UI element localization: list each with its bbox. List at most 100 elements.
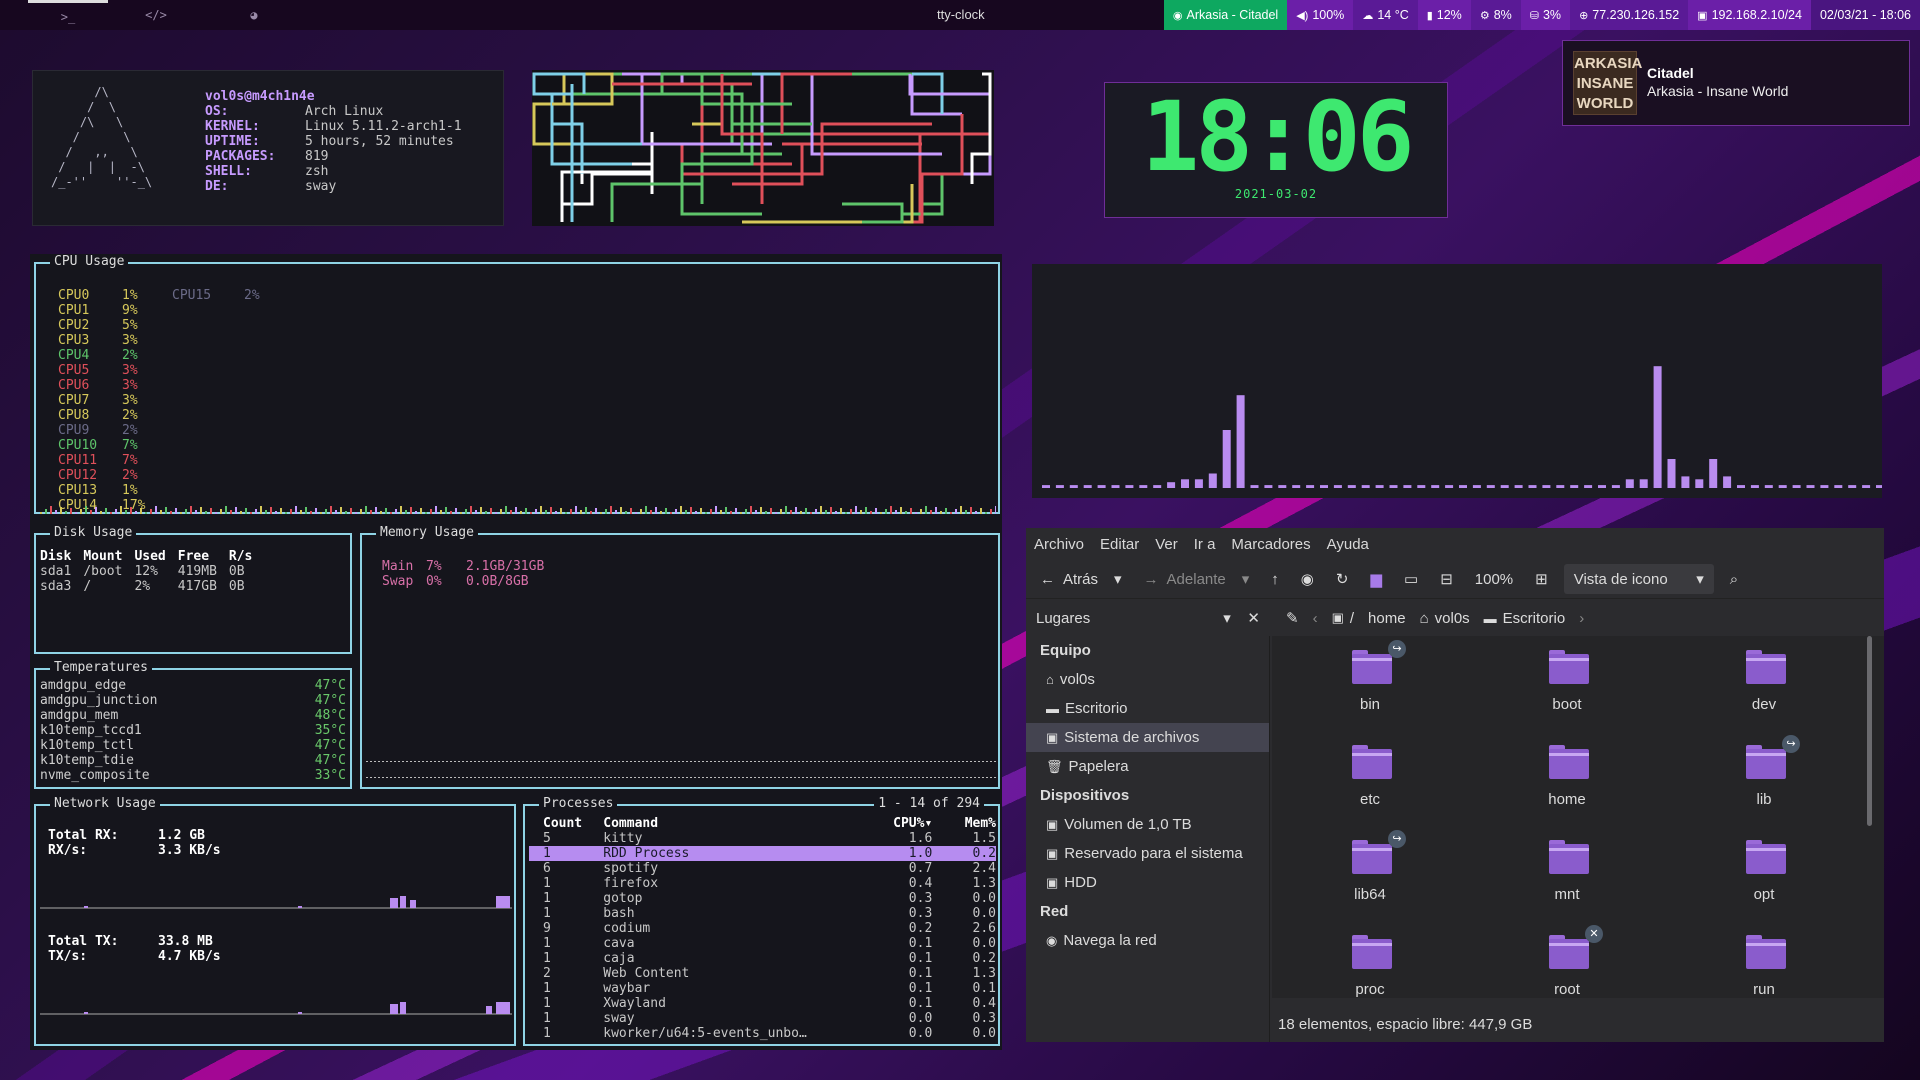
stop-button[interactable]: ◉ — [1295, 564, 1320, 594]
breadcrumb-item[interactable]: ▬ Escritorio — [1484, 610, 1566, 627]
process-row[interactable]: 1 waybar 0.1 0.1 — [529, 981, 996, 996]
column-header[interactable]: Mem% — [932, 816, 996, 831]
status-module[interactable]: ⛁ 3% — [1520, 0, 1571, 30]
sidebar-item[interactable]: ▣ Volumen de 1,0 TB — [1026, 810, 1269, 839]
process-cell: 0.1 — [908, 981, 933, 996]
back-history-dropdown[interactable]: ▾ — [1108, 564, 1128, 594]
process-row[interactable]: 2 Web Content 0.1 1.3 — [529, 966, 996, 981]
search-button[interactable]: ⌕ — [1724, 564, 1744, 594]
process-row[interactable]: 1 RDD Process 1.0 0.2 — [529, 846, 996, 861]
memory-graph-dot — [418, 761, 420, 762]
status-module[interactable]: 02/03/21 - 18:06 — [1810, 0, 1920, 30]
home-button[interactable]: ▆ — [1364, 564, 1388, 594]
folder-item[interactable]: opt — [1704, 826, 1824, 916]
music-notification[interactable]: ARKASIA INSANE WORLD Citadel Arkasia - I… — [1562, 40, 1910, 126]
process-row[interactable]: 6 spotify 0.7 2.4 — [529, 861, 996, 876]
column-header[interactable]: CPU%▾ — [869, 816, 932, 831]
places-header[interactable]: Lugares ▾ ✕ — [1026, 599, 1270, 637]
scrollbar-thumb[interactable] — [1867, 636, 1872, 826]
workspace-other[interactable]: ◕ — [214, 0, 294, 30]
folder-item[interactable]: ↪ lib — [1704, 731, 1824, 821]
visualizer-bar — [1876, 485, 1884, 488]
process-row[interactable]: 1 caja 0.1 0.2 — [529, 951, 996, 966]
forward-button[interactable]: → Adelante — [1138, 564, 1232, 594]
folder-item[interactable]: run — [1704, 921, 1824, 998]
process-row[interactable]: 5 kitty 1.6 1.5 — [529, 831, 996, 846]
status-module[interactable]: ▣ 192.168.2.10/24 — [1688, 0, 1811, 30]
memory-graph-dot — [510, 777, 512, 778]
reload-button[interactable]: ↻ — [1330, 564, 1355, 594]
cpu-name: CPU15 — [172, 288, 212, 303]
sidebar-item[interactable]: ◉ Navega la red — [1026, 926, 1269, 955]
folder-item[interactable]: ↪ bin — [1310, 636, 1430, 726]
menu-item[interactable]: Ayuda — [1327, 536, 1369, 553]
cpu-graph-dot — [950, 512, 952, 514]
memory-graph-dot — [470, 761, 472, 762]
status-module[interactable]: ◉ Arkasia - Citadel — [1163, 0, 1288, 30]
zoom-in-button[interactable]: ⊞ — [1529, 564, 1554, 594]
folder-item[interactable]: mnt — [1507, 826, 1627, 916]
process-row[interactable]: 1 firefox 0.4 1.3 — [529, 876, 996, 891]
chevron-left-icon[interactable]: ‹ — [1313, 610, 1318, 627]
breadcrumb-item[interactable]: ▣ / — [1332, 610, 1354, 627]
memory-graph-dot — [942, 777, 944, 778]
visualizer-bar — [1500, 485, 1509, 488]
breadcrumb-item[interactable]: ⌂ vol0s — [1420, 610, 1470, 627]
folder-item[interactable]: ✕ root — [1507, 921, 1627, 998]
menu-item[interactable]: Editar — [1100, 536, 1139, 553]
menu-item[interactable]: Marcadores — [1231, 536, 1310, 553]
computer-button[interactable]: ▭ — [1398, 564, 1424, 594]
breadcrumb-item[interactable]: home — [1368, 610, 1406, 627]
process-row[interactable]: 1 kworker/u64:5-events_unbo… 0.0 0.0 — [529, 1026, 996, 1041]
folder-item[interactable]: boot — [1507, 636, 1627, 726]
edit-path-icon[interactable]: ✎ — [1286, 609, 1299, 627]
status-module[interactable]: ◀) 100% — [1287, 0, 1354, 30]
memory-graph-dot — [378, 761, 380, 762]
folder-item[interactable]: ↪ lib64 — [1310, 826, 1430, 916]
folder-item[interactable]: proc — [1310, 921, 1430, 998]
close-icon[interactable]: ✕ — [1247, 610, 1260, 627]
memory-graph-dot — [846, 777, 848, 778]
back-button[interactable]: ← Atrás — [1034, 564, 1104, 594]
process-row[interactable]: 9 codium 0.2 2.6 — [529, 921, 996, 936]
status-module[interactable]: ⚙ 8% — [1470, 0, 1521, 30]
sidebar-item[interactable]: ▬ Escritorio — [1026, 694, 1269, 723]
sidebar-item[interactable]: ▣ HDD — [1026, 868, 1269, 897]
memory-graph-dot — [630, 777, 632, 778]
status-module[interactable]: ⊕ 77.230.126.152 — [1570, 0, 1689, 30]
menu-item[interactable]: Ir a — [1194, 536, 1216, 553]
workspace-terminal[interactable]: >_ — [28, 0, 108, 30]
folder-item[interactable]: dev — [1704, 636, 1824, 726]
memory-graph-dot — [782, 761, 784, 762]
workspace-code[interactable]: </> — [116, 0, 196, 30]
cpu-row: CPU10 7% — [58, 438, 145, 453]
process-row[interactable]: 1 Xwayland 0.1 0.4 — [529, 996, 996, 1011]
chevron-right-icon[interactable]: › — [1579, 610, 1584, 627]
forward-history-dropdown[interactable]: ▾ — [1236, 564, 1256, 594]
status-module[interactable]: ▮ 12% — [1417, 0, 1471, 30]
sidebar-item[interactable]: ▣ Reservado para el sistema — [1026, 839, 1269, 868]
memory-graph-dot — [626, 777, 628, 778]
column-header[interactable]: Command — [603, 816, 868, 831]
status-module[interactable]: ☁ 14 °C — [1353, 0, 1418, 30]
sidebar-item[interactable]: ⌂ vol0s — [1026, 665, 1269, 694]
process-row[interactable]: 1 bash 0.3 0.0 — [529, 906, 996, 921]
stop-icon: ◉ — [1300, 571, 1314, 588]
info-value: zsh — [305, 164, 329, 179]
cpu-graph-dot — [405, 510, 407, 514]
module-text: 02/03/21 - 18:06 — [1819, 8, 1911, 22]
up-button[interactable]: ↑ — [1265, 564, 1285, 594]
view-mode-select[interactable]: Vista de icono ▾ — [1563, 564, 1714, 594]
menu-item[interactable]: Archivo — [1034, 536, 1084, 553]
sidebar-item[interactable]: ▣ Sistema de archivos — [1026, 723, 1269, 752]
zoom-out-button[interactable]: ⊟ — [1434, 564, 1459, 594]
memory-graph-dot — [554, 777, 556, 778]
sidebar-item[interactable]: 🗑 Papelera — [1026, 752, 1269, 781]
column-header[interactable]: Count — [529, 816, 603, 831]
process-row[interactable]: 1 cava 0.1 0.0 — [529, 936, 996, 951]
process-row[interactable]: 1 gotop 0.3 0.0 — [529, 891, 996, 906]
folder-item[interactable]: home — [1507, 731, 1627, 821]
process-row[interactable]: 1 sway 0.0 0.3 — [529, 1011, 996, 1026]
menu-item[interactable]: Ver — [1155, 536, 1178, 553]
folder-item[interactable]: etc — [1310, 731, 1430, 821]
